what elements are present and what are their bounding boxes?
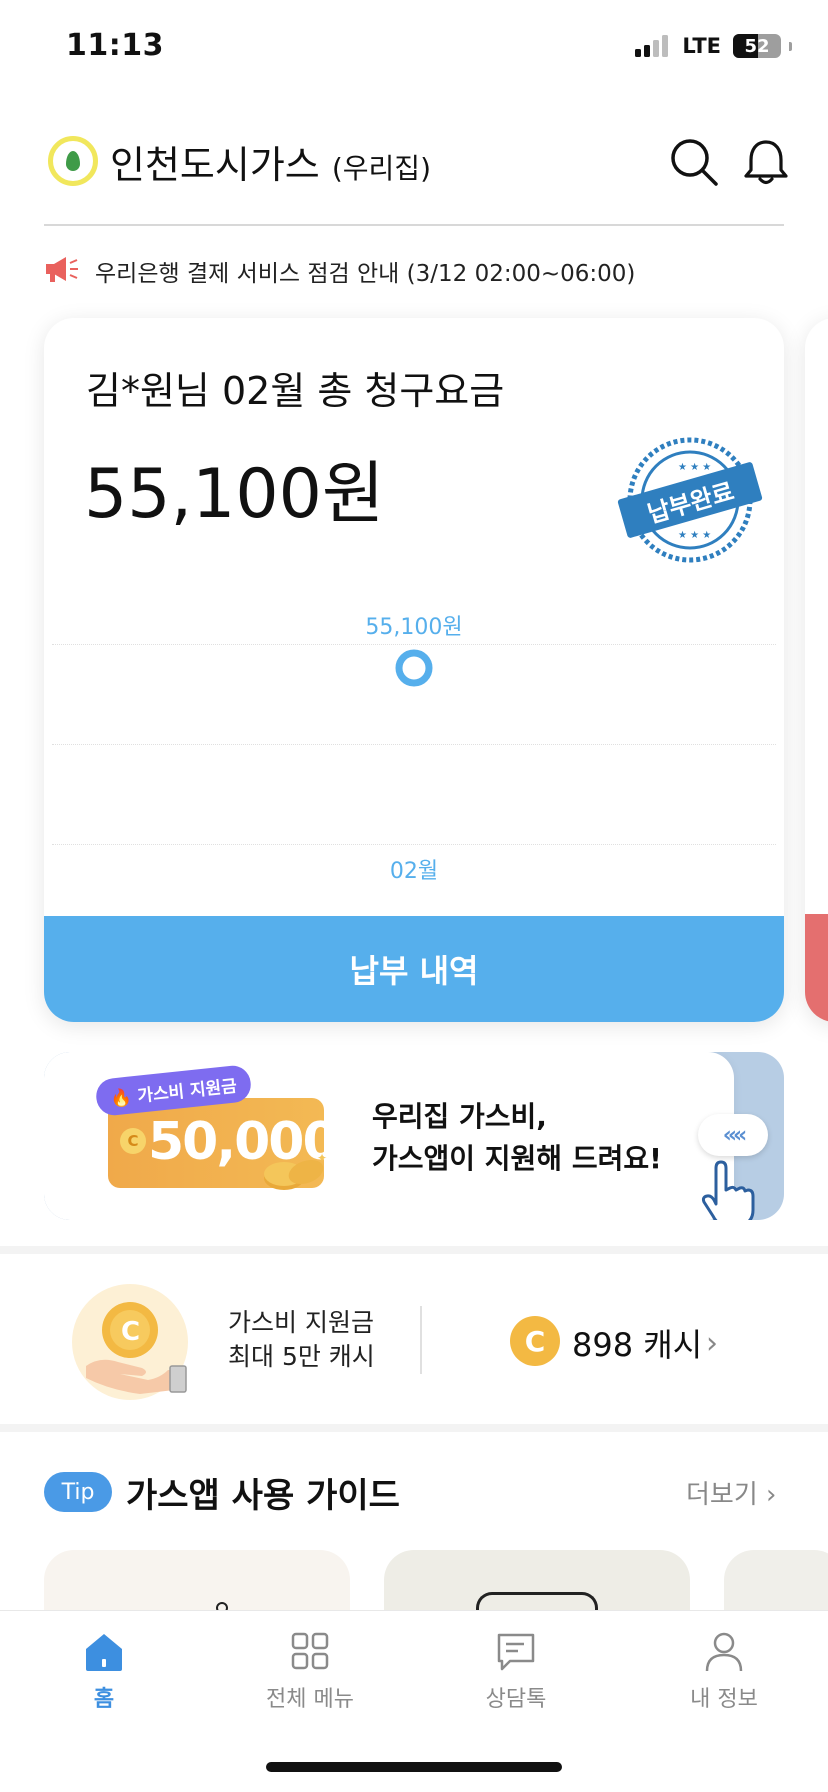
- swipe-arrows-icon[interactable]: ««: [698, 1114, 768, 1156]
- chart-x-tick-label: 02월: [390, 859, 438, 884]
- bell-icon[interactable]: [740, 136, 792, 188]
- coupon-tag-label: 가스비 지원금: [136, 1076, 238, 1107]
- promo-text: 우리집 가스비, 가스앱이 지원해 드려요!: [372, 1096, 662, 1180]
- hand-coin-icon: C: [72, 1284, 188, 1400]
- more-link-label: 더보기: [686, 1480, 758, 1510]
- more-link[interactable]: 더보기 ›: [686, 1474, 776, 1511]
- section-separator: [0, 1424, 828, 1432]
- payment-history-button[interactable]: 납부 내역: [44, 916, 784, 1022]
- cash-divider: [420, 1306, 422, 1374]
- coins-icon: ✦: [264, 1152, 327, 1190]
- svg-text:C: C: [121, 1317, 140, 1347]
- app-title-subtitle: (우리집): [331, 152, 431, 185]
- megaphone-icon: [46, 257, 78, 282]
- app-title-text: 인천도시가스: [110, 143, 320, 187]
- promo-line-1: 우리집 가스비,: [372, 1100, 547, 1133]
- header-divider: [44, 224, 784, 226]
- section-separator: [0, 1246, 828, 1254]
- search-icon[interactable]: [668, 136, 720, 188]
- next-card-peek[interactable]: [805, 318, 828, 1022]
- promo-line-2: 가스앱이 지원해 드려요!: [372, 1142, 662, 1175]
- guide-title: 가스앱 사용 가이드: [126, 1476, 400, 1516]
- bill-chart: 55,100원 02월: [365, 615, 462, 884]
- pointer-hand-icon: [701, 1160, 755, 1220]
- chat-icon: [497, 1633, 535, 1671]
- home-indicator: [266, 1762, 562, 1772]
- promo-banner[interactable]: C 50,000 🔥 가스비 지원금 ✦ 우리집 가스비, 가스앱이 지원해 드…: [44, 1052, 784, 1220]
- chevron-right-icon[interactable]: ›: [706, 1326, 718, 1361]
- nav-label: 내 정보: [690, 1687, 758, 1712]
- nav-home[interactable]: 홈: [34, 1629, 174, 1713]
- coin-icon: C: [120, 1128, 146, 1154]
- notice-text[interactable]: 우리은행 결제 서비스 점검 안내 (3/12 02:00~06:00): [95, 254, 635, 288]
- home-icon: [86, 1634, 122, 1671]
- status-indicators: LTE 52: [635, 34, 792, 58]
- nav-all-menu[interactable]: 전체 메뉴: [240, 1629, 380, 1713]
- chart-data-label: 55,100원: [365, 615, 462, 640]
- bill-card: 김*원님 02월 총 청구요금 55,100원 ★ ★ ★ ★ ★ ★ 납부완료…: [44, 318, 784, 1022]
- tip-badge: Tip: [44, 1472, 112, 1512]
- cash-line-2: 최대 5만 캐시: [228, 1342, 375, 1371]
- cash-coin-icon: C: [510, 1316, 560, 1366]
- swipe-arrows-glyph: «: [722, 1122, 737, 1148]
- battery-icon: 52: [733, 34, 781, 58]
- cash-amount[interactable]: 898 캐시: [572, 1320, 702, 1366]
- nav-label: 전체 메뉴: [266, 1687, 354, 1712]
- network-label: LTE: [682, 34, 721, 58]
- person-icon: [705, 1632, 743, 1672]
- cash-description: 가스비 지원금 최대 5만 캐시: [228, 1306, 375, 1374]
- page-title[interactable]: 인천도시가스 (우리집): [110, 134, 431, 189]
- chart-point[interactable]: [395, 649, 433, 687]
- cash-line-1: 가스비 지원금: [228, 1308, 374, 1337]
- nav-chat[interactable]: 상담톡: [446, 1629, 586, 1713]
- battery-level: 52: [744, 35, 770, 57]
- status-time: 11:13: [66, 28, 164, 63]
- svg-text:✦: ✦: [317, 1152, 327, 1165]
- grid-menu-icon: [291, 1632, 329, 1670]
- nav-label: 상담톡: [485, 1687, 547, 1712]
- nav-label: 홈: [93, 1687, 115, 1712]
- nav-my-info[interactable]: 내 정보: [654, 1629, 794, 1713]
- app-logo: [48, 136, 98, 186]
- signal-icon: [635, 35, 669, 57]
